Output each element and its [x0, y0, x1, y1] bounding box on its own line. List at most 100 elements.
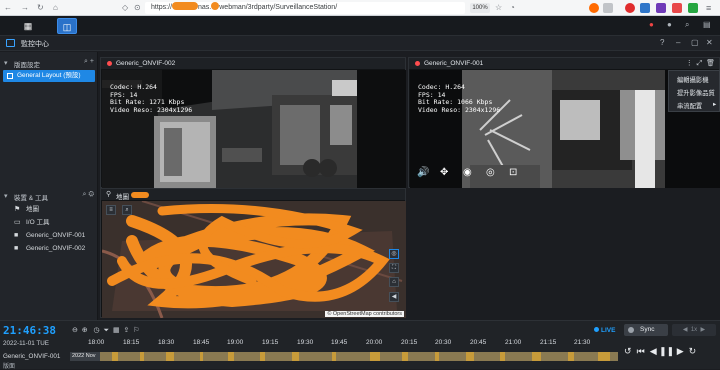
history-icon[interactable]: ◷ [93, 327, 99, 334]
devices-section-header[interactable]: ▾ 裝置 & 工具 ⌕ ⚙ [0, 190, 98, 202]
recording-segment [402, 352, 408, 361]
prev-frame-icon[interactable]: ◀ [650, 346, 657, 356]
list-icon[interactable]: ≡ [106, 205, 116, 215]
camera-app-icon: ◫ [62, 22, 72, 32]
device-item-map[interactable]: ⚑ 地圖 [14, 204, 39, 215]
extension-icon[interactable] [640, 3, 650, 13]
menu-icon[interactable]: ≡ [706, 3, 711, 13]
grid-icon: ▦ [23, 21, 33, 31]
bookmark-icon[interactable]: ⚐ [133, 327, 139, 334]
hour-label: 18:15 [123, 339, 140, 346]
extension-icon[interactable] [625, 3, 635, 13]
download-icon[interactable] [688, 3, 698, 13]
rewind-icon[interactable]: ↺ [624, 346, 632, 356]
settings-icon[interactable]: ⚙ [88, 191, 94, 198]
map-view[interactable]: ≡ ⌕ ◎ ⛶ ⌂ ◀ © OpenStreetMap contributors [102, 201, 406, 318]
maximize-icon[interactable]: ▢ [691, 38, 699, 47]
shield-icon[interactable]: ◇ [122, 3, 128, 12]
device-item-camera-002[interactable]: ■ Generic_ONVIF-002 [14, 243, 85, 254]
collapse-icon[interactable]: ◀ [389, 292, 399, 302]
reload-icon[interactable]: ↻ [37, 3, 44, 12]
help-icon[interactable]: ? [660, 38, 664, 47]
snapshot-icon[interactable]: ◉ [463, 167, 472, 178]
minimize-icon[interactable]: – [676, 38, 680, 47]
layout-item-label: General Layout (預設) [17, 72, 81, 79]
chevron-down-icon[interactable]: ▾ [4, 59, 8, 67]
layout-section-header[interactable]: ▾ 版面設定 ⌕ + [0, 57, 98, 69]
pocket-icon[interactable]: ◔ [510, 3, 515, 12]
sync-toggle-icon [628, 327, 634, 333]
export-icon[interactable]: ⇪ [124, 327, 130, 334]
camera-icon: ■ [14, 245, 19, 252]
search-icon[interactable]: ⌕ [82, 191, 86, 198]
timeline-hours: 18:00 18:15 18:30 18:45 19:00 19:15 19:3… [88, 339, 618, 349]
camera-video-feed[interactable]: Codec: H.264 FPS: 14 Bit Rate: 1271 Kbps… [102, 70, 406, 188]
ptz-icon[interactable]: ✥ [440, 167, 448, 178]
camera-panel-002[interactable]: Generic_ONVIF-002 Codec: H.264 FPS: 14 B… [100, 57, 406, 188]
next-frame-icon[interactable]: ▶ [677, 346, 684, 356]
trash-icon[interactable]: 🗑 [706, 60, 715, 67]
main-menu-button[interactable]: ▦ [18, 18, 38, 34]
notification-icon[interactable]: ● [649, 20, 654, 29]
hour-label: 21:00 [505, 339, 522, 346]
forward-icon[interactable]: → [21, 3, 29, 12]
back-icon[interactable]: ← [4, 3, 12, 12]
speed-value: 1x [690, 327, 698, 333]
url-bar[interactable]: https:// nas. webman/3rdparty/Surveillance… [145, 2, 465, 14]
home-icon[interactable]: ⌂ [389, 277, 399, 287]
menu-item-stream-profile[interactable]: 串流配置 [677, 101, 702, 110]
search-icon[interactable]: ⌕ [122, 205, 132, 215]
device-item-io[interactable]: ▭ I/O 工具 [14, 217, 49, 228]
forward-icon[interactable]: ↻ [689, 346, 697, 356]
surveillance-app-tile[interactable]: ◫ [57, 18, 77, 34]
extension-icon[interactable] [589, 3, 599, 13]
zoom-out-icon[interactable]: ⊖ [72, 327, 78, 334]
map-panel[interactable]: ⚲ 地圖 ≡ ⌕ ◎ ⛶ ⌂ ◀ © OpenStreetMap contrib… [100, 188, 406, 318]
audio-icon[interactable]: 🔊 [417, 167, 429, 178]
record-icon[interactable]: ◎ [486, 167, 495, 178]
zoom-level[interactable]: 100% [470, 3, 490, 13]
device-label: 地圖 [26, 206, 39, 213]
live-indicator[interactable]: LIVE [594, 327, 615, 334]
recording-segment [568, 352, 574, 361]
chevron-down-icon[interactable]: ▾ [4, 192, 8, 200]
app-logo-icon [6, 39, 15, 47]
menu-item-enhance-quality[interactable]: 提升影像品質 [677, 88, 715, 97]
bookmark-icon[interactable]: ☆ [495, 3, 502, 12]
home-icon[interactable]: ⌂ [53, 3, 58, 12]
extension-icon[interactable] [672, 3, 682, 13]
more-icon[interactable]: ⋮ [686, 60, 693, 67]
recording-indicator [107, 61, 112, 66]
menu-item-edit-camera[interactable]: 編輯攝影機 [677, 75, 708, 84]
map-attribution: © OpenStreetMap contributors [325, 311, 404, 317]
timeline-month-label: 2022 Nov [72, 353, 96, 359]
extension-icon[interactable] [603, 3, 613, 13]
hour-label: 18:00 [88, 339, 105, 346]
search-icon[interactable]: ⌕ [685, 20, 689, 30]
recording-segment [260, 352, 265, 361]
widgets-icon[interactable]: ▤ [703, 20, 711, 29]
fullscreen-icon[interactable]: ⤢ [697, 60, 703, 67]
calendar-icon[interactable]: ▦ [113, 327, 120, 334]
add-icon[interactable]: + [90, 58, 94, 65]
recording-segment [112, 352, 118, 361]
camera-icon: ■ [14, 232, 19, 239]
sync-button[interactable]: Sync [624, 324, 668, 336]
zoom-icon[interactable]: ⊡ [509, 167, 517, 178]
playback-speed[interactable]: ◀ 1x ▶ [672, 324, 716, 336]
locate-icon[interactable]: ◎ [389, 249, 399, 259]
step-back-icon[interactable]: ⏮ [637, 346, 645, 356]
pause-icon[interactable]: ❚❚ [659, 346, 674, 356]
user-icon[interactable]: ● [667, 20, 672, 29]
hour-label: 21:30 [574, 339, 591, 346]
extension-icon[interactable] [656, 3, 666, 13]
filter-icon[interactable]: ⏷ [103, 327, 109, 334]
device-item-camera-001[interactable]: ■ Generic_ONVIF-001 [14, 230, 85, 241]
layout-item-general[interactable]: General Layout (預設) [3, 70, 95, 82]
fit-icon[interactable]: ⛶ [389, 263, 399, 273]
zoom-in-icon[interactable]: ⊕ [82, 327, 88, 334]
recording-track[interactable] [70, 352, 618, 361]
devices-section-label: 裝置 & 工具 [14, 195, 48, 202]
search-icon[interactable]: ⌕ [84, 58, 88, 65]
close-icon[interactable]: ✕ [706, 38, 713, 47]
